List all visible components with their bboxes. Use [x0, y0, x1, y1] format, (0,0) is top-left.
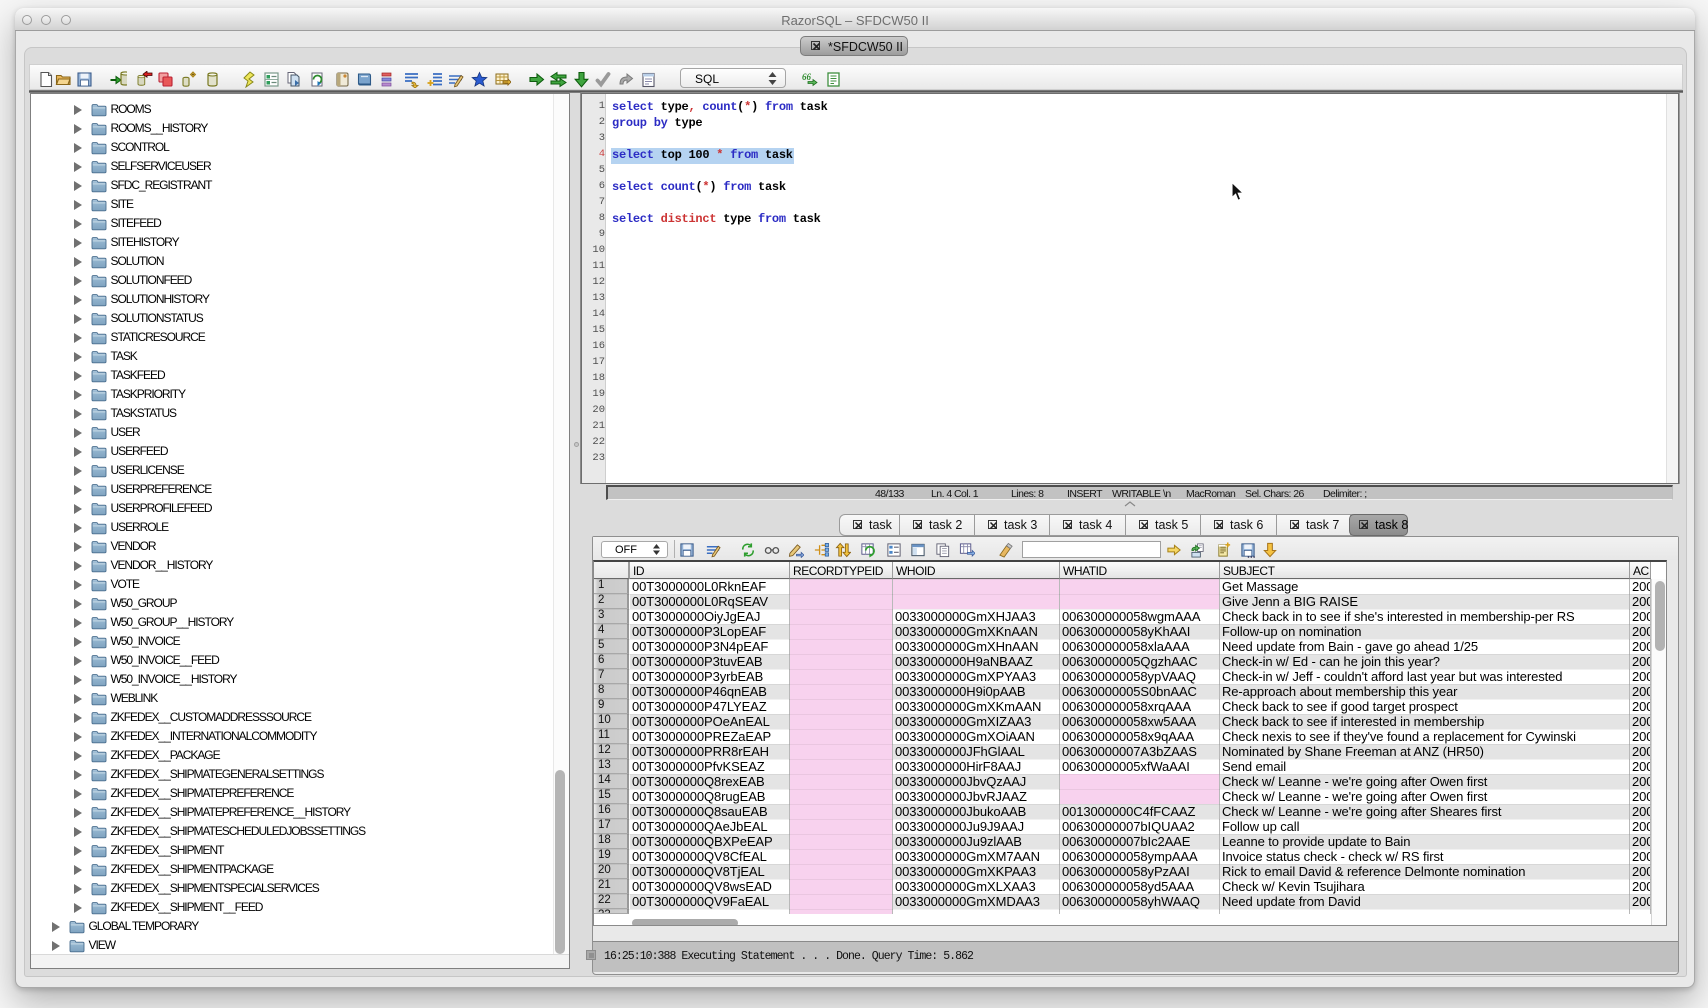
svg-text:66: 66 — [802, 72, 812, 82]
